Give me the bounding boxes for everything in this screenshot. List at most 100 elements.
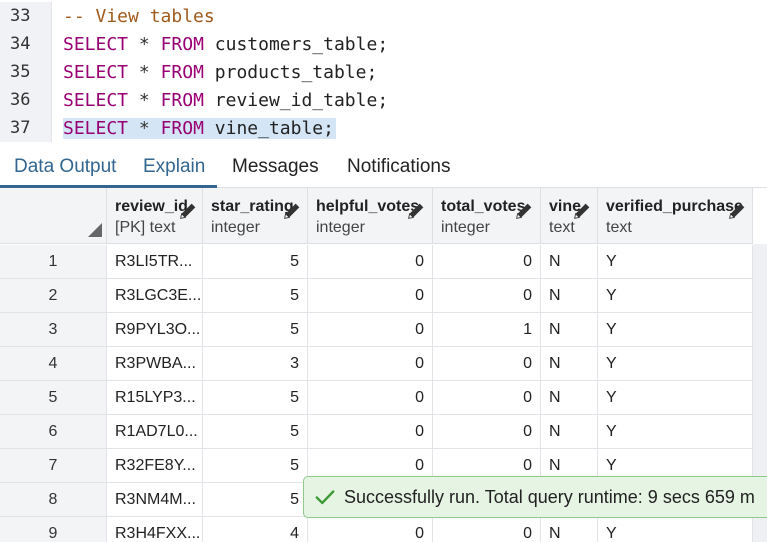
cell-star-rating[interactable]: 5 xyxy=(203,415,308,449)
cell-vine[interactable]: N xyxy=(541,279,598,313)
column-header-verified-purchase[interactable]: verified_purchase text xyxy=(598,188,753,244)
cell-review-id[interactable]: R32FE8Y... xyxy=(107,449,203,483)
cell-review-id[interactable]: R9PYL3O... xyxy=(107,313,203,347)
cell-star-rating[interactable]: 5 xyxy=(203,449,308,483)
cell-review-id[interactable]: R1AD7L0... xyxy=(107,415,203,449)
tab-notifications[interactable]: Notifications xyxy=(347,146,451,188)
cell-verified-purchase[interactable]: Y xyxy=(598,517,753,542)
edit-pencil-icon[interactable] xyxy=(513,200,535,222)
cell-helpful-votes[interactable]: 0 xyxy=(308,517,433,542)
cell-helpful-votes[interactable]: 0 xyxy=(308,313,433,347)
row-number[interactable]: 1 xyxy=(0,245,107,279)
row-number[interactable]: 9 xyxy=(0,517,107,542)
code-line-33[interactable]: 33 -- View tables xyxy=(0,2,767,30)
cell-star-rating[interactable]: 5 xyxy=(203,245,308,279)
select-all-corner[interactable] xyxy=(0,188,107,244)
cell-vine[interactable]: N xyxy=(541,517,598,542)
sql-editor[interactable]: 33 -- View tables 34 SELECT * FROM custo… xyxy=(0,0,767,146)
table-row[interactable]: 6 R1AD7L0... 5 0 0 N Y xyxy=(0,415,753,449)
sql-operator: * xyxy=(138,61,150,83)
row-number[interactable]: 6 xyxy=(0,415,107,449)
table-row[interactable]: 3 R9PYL3O... 5 0 1 N Y xyxy=(0,313,753,347)
cell-vine[interactable]: N xyxy=(541,347,598,381)
cell-verified-purchase[interactable]: Y xyxy=(598,279,753,313)
sql-operator: * xyxy=(138,33,150,55)
cell-star-rating[interactable]: 5 xyxy=(203,313,308,347)
tab-explain[interactable]: Explain xyxy=(143,146,205,188)
cell-helpful-votes[interactable]: 0 xyxy=(308,279,433,313)
edit-pencil-icon[interactable] xyxy=(726,200,748,222)
cell-star-rating[interactable]: 4 xyxy=(203,517,308,542)
cell-verified-purchase[interactable]: Y xyxy=(598,313,753,347)
sql-operator: * xyxy=(138,89,150,111)
column-type: integer xyxy=(211,219,260,236)
code-line-37[interactable]: 37 SELECT * FROM vine_table; xyxy=(0,114,767,142)
column-header-helpful-votes[interactable]: helpful_votes integer xyxy=(308,188,433,244)
sql-keyword: SELECT xyxy=(63,117,129,139)
cell-verified-purchase[interactable]: Y xyxy=(598,415,753,449)
cell-star-rating[interactable]: 5 xyxy=(203,483,308,517)
cell-verified-purchase[interactable]: Y xyxy=(598,245,753,279)
sql-table-name: customers_table; xyxy=(214,33,389,55)
table-row[interactable]: 4 R3PWBA... 3 0 0 N Y xyxy=(0,347,753,381)
table-row[interactable]: 2 R3LGC3E... 5 0 0 N Y xyxy=(0,279,753,313)
cell-review-id[interactable]: R3LI5TR... xyxy=(107,245,203,279)
cell-helpful-votes[interactable]: 0 xyxy=(308,245,433,279)
tab-data-output[interactable]: Data Output xyxy=(14,146,116,188)
corner-triangle-icon xyxy=(88,223,102,237)
cell-total-votes[interactable]: 0 xyxy=(433,245,541,279)
cell-verified-purchase[interactable]: Y xyxy=(598,347,753,381)
cell-review-id[interactable]: R3H4FXX... xyxy=(107,517,203,542)
code-line-36[interactable]: 36 SELECT * FROM review_id_table; xyxy=(0,86,767,114)
cell-vine[interactable]: N xyxy=(541,245,598,279)
row-number[interactable]: 3 xyxy=(0,313,107,347)
cell-total-votes[interactable]: 0 xyxy=(433,517,541,542)
column-header-review-id[interactable]: review_id [PK] text xyxy=(107,188,203,244)
cell-vine[interactable]: N xyxy=(541,381,598,415)
table-row[interactable]: 1 R3LI5TR... 5 0 0 N Y xyxy=(0,245,753,279)
cell-helpful-votes[interactable]: 0 xyxy=(308,347,433,381)
cell-review-id[interactable]: R3PWBA... xyxy=(107,347,203,381)
cell-total-votes[interactable]: 0 xyxy=(433,279,541,313)
row-number[interactable]: 8 xyxy=(0,483,107,517)
column-header-star-rating[interactable]: star_rating integer xyxy=(203,188,308,244)
sql-keyword: SELECT xyxy=(63,89,129,111)
code-line-34[interactable]: 34 SELECT * FROM customers_table; xyxy=(0,30,767,58)
edit-pencil-icon[interactable] xyxy=(571,200,593,222)
cell-vine[interactable]: N xyxy=(541,415,598,449)
cell-star-rating[interactable]: 5 xyxy=(203,381,308,415)
edit-pencil-icon[interactable] xyxy=(281,200,303,222)
cell-total-votes[interactable]: 1 xyxy=(433,313,541,347)
cell-vine[interactable]: N xyxy=(541,313,598,347)
cell-total-votes[interactable]: 0 xyxy=(433,381,541,415)
cell-total-votes[interactable]: 0 xyxy=(433,347,541,381)
cell-review-id[interactable]: R3LGC3E... xyxy=(107,279,203,313)
cell-verified-purchase[interactable]: Y xyxy=(598,381,753,415)
cell-helpful-votes[interactable]: 0 xyxy=(308,415,433,449)
cell-star-rating[interactable]: 5 xyxy=(203,279,308,313)
table-row[interactable]: 5 R15LYP3... 5 0 0 N Y xyxy=(0,381,753,415)
sql-table-name: vine_table; xyxy=(214,117,334,139)
cell-review-id[interactable]: R15LYP3... xyxy=(107,381,203,415)
cell-star-rating[interactable]: 3 xyxy=(203,347,308,381)
row-number[interactable]: 5 xyxy=(0,381,107,415)
cell-review-id[interactable]: R3NM4M... xyxy=(107,483,203,517)
code-line-35[interactable]: 35 SELECT * FROM products_table; xyxy=(0,58,767,86)
row-number[interactable]: 2 xyxy=(0,279,107,313)
cell-helpful-votes[interactable]: 0 xyxy=(308,381,433,415)
success-notification[interactable]: Successfully run. Total query runtime: 9… xyxy=(303,476,767,518)
sql-keyword: FROM xyxy=(160,89,204,111)
notification-message: Successfully run. Total query runtime: 9… xyxy=(344,486,755,507)
column-type: text xyxy=(606,219,632,236)
sql-keyword: FROM xyxy=(160,33,204,55)
column-header-vine[interactable]: vine text xyxy=(541,188,598,244)
row-number[interactable]: 4 xyxy=(0,347,107,381)
edit-pencil-icon[interactable] xyxy=(177,200,199,222)
tab-messages[interactable]: Messages xyxy=(232,146,319,188)
edit-pencil-icon[interactable] xyxy=(405,200,427,222)
row-number[interactable]: 7 xyxy=(0,449,107,483)
column-header-total-votes[interactable]: total_votes integer xyxy=(433,188,541,244)
table-row[interactable]: 9 R3H4FXX... 4 0 0 N Y xyxy=(0,517,753,542)
cell-total-votes[interactable]: 0 xyxy=(433,415,541,449)
line-number: 33 xyxy=(0,2,52,30)
